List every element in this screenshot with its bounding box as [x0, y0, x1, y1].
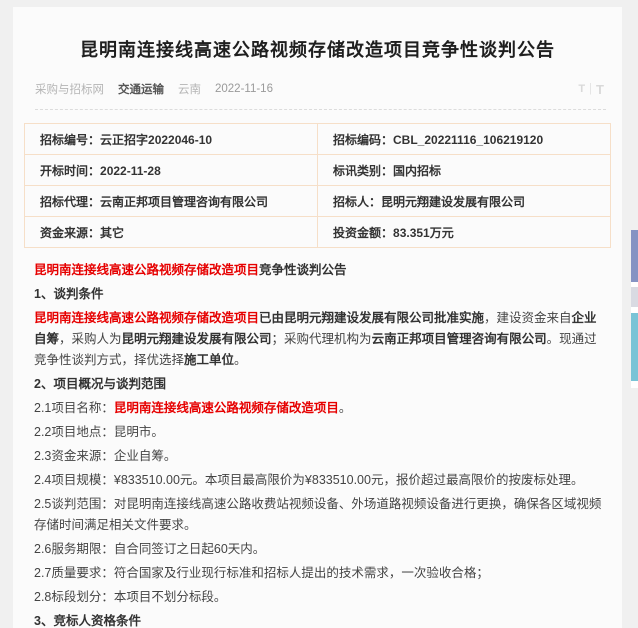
font-decrease-button[interactable]: T: [578, 83, 585, 95]
floating-widget-cutoff[interactable]: [631, 230, 638, 388]
font-size-controls: T | T: [578, 82, 604, 97]
widget-blue-segment: [631, 230, 638, 282]
table-row: 招标编号：云正招字2022046-10招标编码：CBL_20221116_106…: [25, 124, 611, 155]
paragraph: 2.1项目名称：昆明南连接线高速公路视频存储改造项目。: [34, 398, 602, 419]
region-link[interactable]: 云南: [178, 81, 201, 97]
field-value: 国内招标: [393, 164, 441, 178]
text-segment: ，采购人为: [59, 332, 122, 346]
announcement-card: 昆明南连接线高速公路视频存储改造项目竞争性谈判公告 采购与招标网 交通运输 云南…: [13, 7, 622, 628]
text-segment: 2.1项目名称：: [34, 401, 114, 415]
field-value: 云南正邦项目管理咨询有限公司: [100, 195, 268, 209]
field-label: 开标时间：: [40, 164, 100, 178]
font-separator: |: [589, 83, 592, 95]
paragraph: 2.2项目地点：昆明市。: [34, 422, 602, 443]
field-label: 标讯类别：: [333, 164, 393, 178]
text-segment: 竞争性谈判公告: [259, 263, 347, 277]
text-segment: 2.6服务期限：自合同签订之日起60天内。: [34, 542, 265, 556]
field-label: 资金来源：: [40, 226, 100, 240]
paragraph: 2.3资金来源：企业自筹。: [34, 446, 602, 467]
text-segment: 2.7质量要求：符合国家及行业现行标准和招标人提出的技术需求，一次验收合格；: [34, 566, 489, 580]
table-row: 资金来源：其它投资金额：83.351万元: [25, 217, 611, 248]
category-link[interactable]: 交通运输: [118, 81, 164, 97]
table-row: 开标时间：2022-11-28标讯类别：国内招标: [25, 155, 611, 186]
paragraph: 昆明南连接线高速公路视频存储改造项目已由昆明元翔建设发展有限公司批准实施，建设资…: [34, 308, 602, 371]
bid-info-table: 招标编号：云正招字2022046-10招标编码：CBL_20221116_106…: [24, 123, 611, 248]
publish-date: 2022-11-16: [215, 83, 273, 95]
text-segment: 。: [339, 401, 352, 415]
paragraph: 2.5谈判范围：对昆明南连接线高速公路收费站视频设备、外场道路视频设备进行更换，…: [34, 494, 602, 536]
field-value: 83.351万元: [393, 226, 454, 240]
text-segment: 云南正邦项目管理咨询有限公司: [372, 332, 547, 346]
text-segment: 2.4项目规模：¥833510.00元。本项目最高限价为¥833510.00元，…: [34, 473, 583, 487]
font-increase-button[interactable]: T: [596, 82, 604, 97]
text-segment: ，建设资金来自: [484, 311, 572, 325]
field-value: CBL_20221116_106219120: [393, 133, 543, 147]
page: 昆明南连接线高速公路视频存储改造项目竞争性谈判公告 采购与招标网 交通运输 云南…: [0, 0, 638, 628]
text-segment: 昆明元翔建设发展有限公司: [122, 332, 272, 346]
project-name-highlight: 昆明南连接线高速公路视频存储改造项目: [34, 263, 259, 277]
text-segment: 。: [234, 353, 247, 367]
text-segment: 施工单位: [184, 353, 234, 367]
text-segment: 1、谈判条件: [34, 287, 103, 301]
table-cell: 标讯类别：国内招标: [318, 155, 611, 186]
table-cell: 招标人：昆明元翔建设发展有限公司: [318, 186, 611, 217]
field-value: 云正招字2022046-10: [100, 133, 212, 147]
table-cell: 投资金额：83.351万元: [318, 217, 611, 248]
meta-row: 采购与招标网 交通运输 云南 2022-11-16 T | T: [35, 62, 606, 110]
text-segment: 3、竞标人资格条件: [34, 614, 141, 628]
text-segment: 2、项目概况与谈判范围: [34, 377, 166, 391]
table-cell: 招标编号：云正招字2022046-10: [25, 124, 318, 155]
table-row: 招标代理：云南正邦项目管理咨询有限公司招标人：昆明元翔建设发展有限公司: [25, 186, 611, 217]
meta-left: 采购与招标网 交通运输 云南 2022-11-16: [35, 81, 273, 97]
table-cell: 招标代理：云南正邦项目管理咨询有限公司: [25, 186, 318, 217]
paragraph: 2.7质量要求：符合国家及行业现行标准和招标人提出的技术需求，一次验收合格；: [34, 563, 602, 584]
field-value: 昆明元翔建设发展有限公司: [381, 195, 525, 209]
paragraph: 2、项目概况与谈判范围: [34, 374, 602, 395]
table-cell: 开标时间：2022-11-28: [25, 155, 318, 186]
field-label: 投资金额：: [333, 226, 393, 240]
text-segment: 2.8标段划分：本项目不划分标段。: [34, 590, 226, 604]
table-cell: 资金来源：其它: [25, 217, 318, 248]
text-segment: 已由昆明元翔建设发展有限公司批准实施: [259, 311, 484, 325]
paragraph: 1、谈判条件: [34, 284, 602, 305]
paragraph: 2.6服务期限：自合同签订之日起60天内。: [34, 539, 602, 560]
table-cell: 招标编码：CBL_20221116_106219120: [318, 124, 611, 155]
text-segment: 2.3资金来源：企业自筹。: [34, 449, 176, 463]
widget-teal-segment: [631, 313, 638, 381]
paragraph: 2.4项目规模：¥833510.00元。本项目最高限价为¥833510.00元，…: [34, 470, 602, 491]
text-segment: 2.2项目地点：昆明市。: [34, 425, 164, 439]
field-label: 招标代理：: [40, 195, 100, 209]
project-name-highlight: 昆明南连接线高速公路视频存储改造项目: [34, 311, 259, 325]
text-segment: 2.5谈判范围：对昆明南连接线高速公路收费站视频设备、外场道路视频设备进行更换，…: [34, 497, 601, 532]
page-title: 昆明南连接线高速公路视频存储改造项目竞争性谈判公告: [13, 7, 622, 62]
field-value: 其它: [100, 226, 124, 240]
project-name-highlight: 昆明南连接线高速公路视频存储改造项目: [114, 401, 339, 415]
field-label: 招标编码：: [333, 133, 393, 147]
field-label: 招标编号：: [40, 133, 100, 147]
field-value: 2022-11-28: [100, 164, 161, 178]
paragraph: 昆明南连接线高速公路视频存储改造项目竞争性谈判公告: [34, 260, 602, 281]
source-site-link[interactable]: 采购与招标网: [35, 81, 104, 97]
article-body: 昆明南连接线高速公路视频存储改造项目竞争性谈判公告1、谈判条件昆明南连接线高速公…: [13, 248, 622, 628]
paragraph: 2.8标段划分：本项目不划分标段。: [34, 587, 602, 608]
field-label: 招标人：: [333, 195, 381, 209]
text-segment: ；采购代理机构为: [272, 332, 372, 346]
paragraph: 3、竞标人资格条件: [34, 611, 602, 628]
widget-gray-segment: [631, 287, 638, 307]
